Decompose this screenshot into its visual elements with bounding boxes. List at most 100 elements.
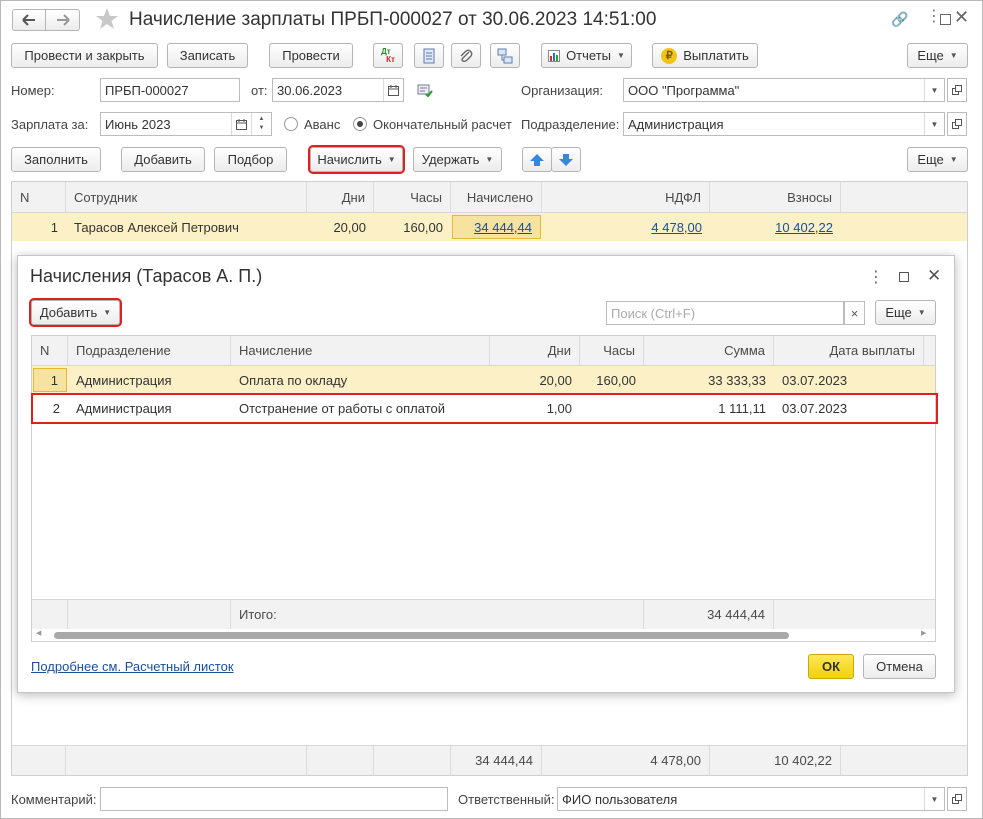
column-header[interactable]: Начислено	[451, 182, 542, 212]
calendar-icon[interactable]	[383, 79, 403, 101]
number-field[interactable]: ПРБП-000027	[100, 78, 240, 102]
table-row[interactable]: 2 Администрация Отстранение от работы с …	[31, 393, 938, 424]
dialog-more-button[interactable]: Еще ▼	[875, 300, 936, 325]
totals-spacer	[66, 746, 307, 775]
total-accrued: 34 444,44	[451, 746, 542, 775]
horizontal-scrollbar[interactable]: ◀ ▶	[32, 629, 935, 641]
column-header[interactable]: N	[32, 336, 68, 365]
arrow-left-icon	[22, 14, 35, 26]
status-document-icon	[417, 82, 433, 101]
days-cell: 20,00	[539, 372, 572, 388]
radio-final[interactable]	[353, 117, 367, 131]
chevron-down-icon[interactable]: ▼	[924, 79, 944, 101]
structure-button[interactable]	[490, 43, 520, 68]
ruble-coin-icon: ₽	[661, 47, 678, 64]
department-cell: Администрация	[76, 372, 172, 388]
select-button[interactable]: Подбор	[214, 147, 287, 172]
chart-icon	[548, 49, 561, 62]
more-button-2[interactable]: Еще ▼	[907, 147, 968, 172]
arrow-down-icon	[559, 153, 573, 166]
ndfl-cell[interactable]: 4 478,00	[542, 213, 710, 241]
column-header[interactable]: Начисление	[231, 336, 490, 365]
forward-button[interactable]	[46, 9, 80, 31]
post-and-close-button[interactable]: Провести и закрыть	[11, 43, 158, 68]
clear-icon: ×	[850, 305, 859, 321]
cancel-button[interactable]: Отмена	[863, 654, 936, 679]
attach-button[interactable]	[451, 43, 481, 68]
scrollbar-thumb[interactable]	[54, 632, 789, 639]
reports-button[interactable]: Отчеты ▼	[541, 43, 632, 68]
salary-period-field[interactable]: Июнь 2023 ▲ ▼	[100, 112, 272, 136]
close-icon[interactable]: ✕	[954, 7, 969, 28]
date-field[interactable]: 30.06.2023	[272, 78, 404, 102]
maximize-icon[interactable]	[940, 14, 951, 25]
column-header[interactable]: Дни	[490, 336, 580, 365]
accrue-button[interactable]: Начислить ▼	[308, 145, 405, 174]
open-responsible-button[interactable]	[947, 787, 967, 811]
accrued-cell[interactable]: 34 444,44	[452, 215, 541, 239]
total-contributions: 10 402,22	[710, 746, 841, 775]
total-sum: 34 444,44	[644, 600, 774, 629]
add-button[interactable]: Добавить	[121, 147, 205, 172]
fill-button[interactable]: Заполнить	[11, 147, 101, 172]
dialog-add-button[interactable]: Добавить ▼	[29, 298, 122, 327]
maximize-icon[interactable]	[899, 272, 909, 282]
column-header[interactable]: Дата выплаты	[774, 336, 924, 365]
column-header[interactable]: Дни	[307, 182, 374, 212]
responsible-field[interactable]: ФИО пользователя ▼	[557, 787, 945, 811]
open-icon	[952, 794, 962, 804]
open-organization-button[interactable]	[947, 78, 967, 102]
column-header[interactable]: Часы	[580, 336, 644, 365]
chevron-down-icon[interactable]: ▼	[924, 788, 944, 810]
dt-kt-button[interactable]: Дт Кт	[373, 43, 403, 68]
ok-button[interactable]: ОК	[808, 654, 854, 679]
dropdown-arrow-icon: ▼	[617, 51, 625, 60]
save-button[interactable]: Записать	[167, 43, 248, 68]
scroll-right-icon[interactable]: ▶	[921, 629, 926, 637]
column-header[interactable]: Взносы	[710, 182, 841, 212]
column-header[interactable]: Часы	[374, 182, 451, 212]
department-field[interactable]: Администрация ▼	[623, 112, 945, 136]
radio-advance-label: Аванс	[304, 117, 341, 132]
hours-cell	[580, 395, 644, 422]
column-header[interactable]: Сотрудник	[66, 182, 307, 212]
document-list-button[interactable]	[414, 43, 444, 68]
search-input[interactable]: Поиск (Ctrl+F)	[606, 301, 844, 325]
search-clear-button[interactable]: ×	[844, 301, 865, 325]
arrow-up-icon	[530, 153, 544, 166]
column-header[interactable]: Сумма	[644, 336, 774, 365]
sum-cell: 33 333,33	[708, 372, 766, 388]
pay-button[interactable]: ₽ Выплатить	[652, 43, 758, 68]
scroll-left-icon[interactable]: ◀	[36, 629, 41, 637]
total-ndfl: 4 478,00	[542, 746, 710, 775]
chevron-down-icon[interactable]: ▼	[924, 113, 944, 135]
payslip-link[interactable]: Подробнее см. Расчетный листок	[31, 659, 234, 674]
main-table-header: N Сотрудник Дни Часы Начислено НДФЛ Взно…	[12, 182, 967, 213]
organization-field[interactable]: ООО "Программа" ▼	[623, 78, 945, 102]
close-icon[interactable]: ✕	[927, 266, 941, 286]
column-header[interactable]: Подразделение	[68, 336, 231, 365]
post-button[interactable]: Провести	[269, 43, 353, 68]
contributions-cell[interactable]: 10 402,22	[710, 213, 841, 241]
back-button[interactable]	[12, 9, 46, 31]
link-icon[interactable]: 🔗	[891, 11, 908, 28]
spin-down-icon[interactable]: ▼	[259, 124, 265, 133]
table-row[interactable]: 1 Тарасов Алексей Петрович 20,00 160,00 …	[12, 213, 967, 241]
calendar-icon[interactable]	[231, 113, 251, 135]
column-header[interactable]: N	[12, 182, 66, 212]
table-row[interactable]: 1 Администрация Оплата по окладу 20,00 1…	[32, 366, 935, 394]
radio-advance[interactable]	[284, 117, 298, 131]
move-down-button[interactable]	[551, 147, 581, 172]
comment-field[interactable]	[100, 787, 448, 811]
open-department-button[interactable]	[947, 112, 967, 136]
responsible-label: Ответственный:	[458, 792, 555, 807]
column-header[interactable]: НДФЛ	[542, 182, 710, 212]
accrual-cell: Оплата по окладу	[239, 372, 348, 388]
withhold-button[interactable]: Удержать ▼	[413, 147, 502, 172]
spin-up-icon[interactable]: ▲	[259, 115, 265, 124]
spin-buttons[interactable]: ▲ ▼	[251, 113, 271, 135]
favorite-star-icon[interactable]	[95, 7, 119, 31]
menu-dots-icon[interactable]: ⋮	[868, 267, 884, 287]
more-button[interactable]: Еще ▼	[907, 43, 968, 68]
move-up-button[interactable]	[522, 147, 552, 172]
